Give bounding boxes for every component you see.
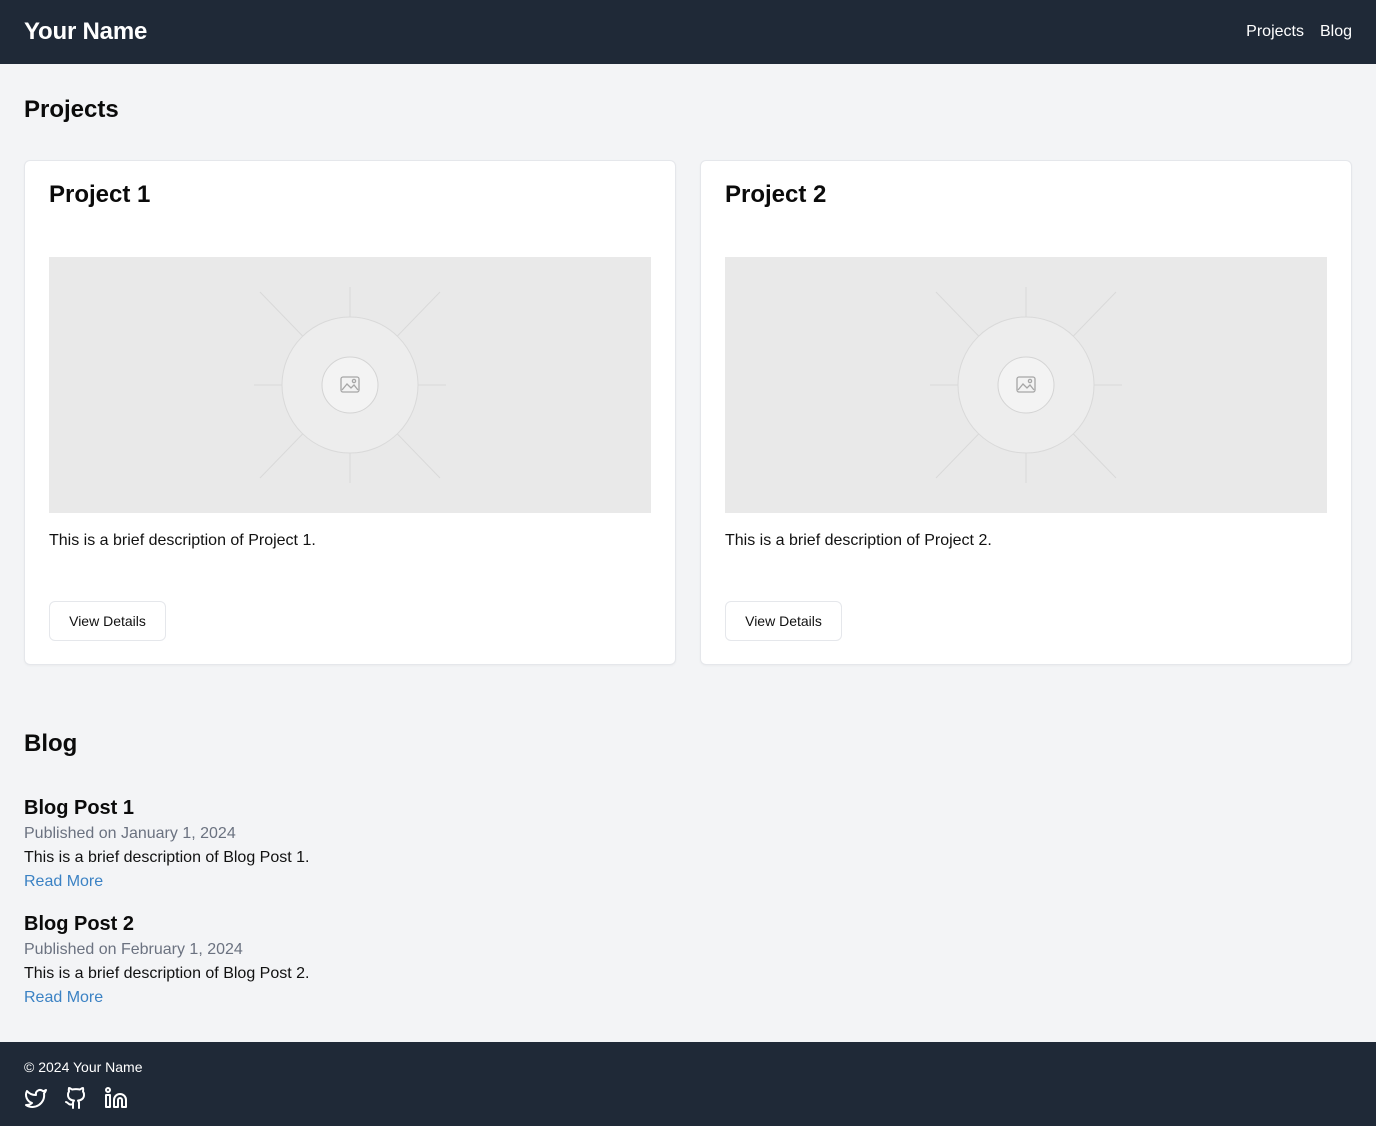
nav-link-blog[interactable]: Blog xyxy=(1320,23,1352,41)
project-image xyxy=(725,257,1327,513)
project-title: Project 2 xyxy=(725,181,827,208)
blog-post: Blog Post 1 Published on January 1, 2024… xyxy=(24,796,309,894)
social-links xyxy=(24,1086,128,1110)
project-image xyxy=(49,257,651,513)
read-more-link[interactable]: Read More xyxy=(24,870,103,894)
view-details-button[interactable]: View Details xyxy=(725,601,842,641)
project-card: Project 2 This is a brief description of… xyxy=(700,160,1352,665)
blog-post-description: This is a brief description of Blog Post… xyxy=(24,849,310,866)
projects-heading: Projects xyxy=(24,96,119,123)
blog-post-title: Blog Post 2 xyxy=(24,913,135,935)
blog-post-date: Published on February 1, 2024 xyxy=(24,941,243,958)
blog-post-description: This is a brief description of Blog Post… xyxy=(24,965,310,982)
site-brand[interactable]: Your Name xyxy=(24,18,147,46)
read-more-link[interactable]: Read More xyxy=(24,986,103,1010)
top-navbar: Your Name Projects Blog xyxy=(0,0,1376,64)
project-card: Project 1 This is a brief description of… xyxy=(24,160,676,665)
linkedin-icon[interactable] xyxy=(104,1086,128,1110)
main-nav: Projects Blog xyxy=(1246,23,1352,41)
blog-post-date: Published on January 1, 2024 xyxy=(24,825,236,842)
project-title: Project 1 xyxy=(49,181,151,208)
view-details-button[interactable]: View Details xyxy=(49,601,166,641)
project-description: This is a brief description of Project 1… xyxy=(49,532,316,549)
github-icon[interactable] xyxy=(64,1086,88,1110)
image-placeholder-icon xyxy=(930,287,1122,483)
blog-heading: Blog xyxy=(24,730,78,757)
project-description: This is a brief description of Project 2… xyxy=(725,532,992,549)
blog-post: Blog Post 2 Published on February 1, 202… xyxy=(24,912,309,1010)
copyright-text: © 2024 Your Name xyxy=(24,1059,143,1075)
blog-post-title: Blog Post 1 xyxy=(24,797,135,819)
twitter-icon[interactable] xyxy=(24,1086,48,1110)
site-footer: © 2024 Your Name xyxy=(0,1042,1376,1126)
nav-link-projects[interactable]: Projects xyxy=(1246,23,1304,41)
image-placeholder-icon xyxy=(254,287,446,483)
